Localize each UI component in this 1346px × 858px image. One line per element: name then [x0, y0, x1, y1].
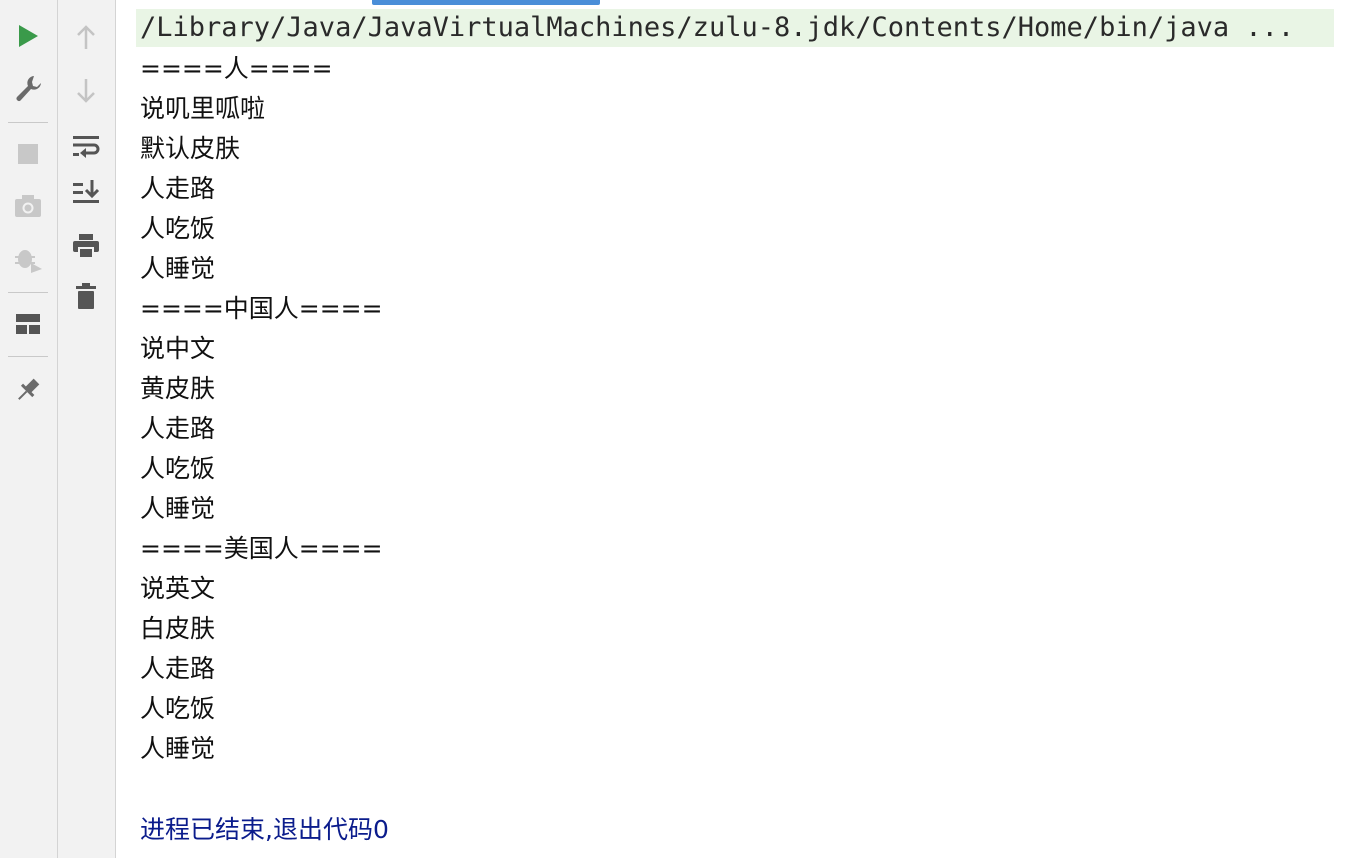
layout-icon[interactable] [10, 306, 46, 342]
run-tool-window: /Library/Java/JavaVirtualMachines/zulu-8… [0, 0, 1346, 858]
arrow-down-icon[interactable] [68, 72, 104, 108]
output-line: 黄皮肤 [140, 374, 216, 403]
output-line: ====美国人==== [140, 534, 383, 563]
output-line: ====中国人==== [140, 294, 383, 323]
output-line: 人走路 [140, 654, 216, 683]
output-line: 人睡觉 [140, 734, 216, 763]
output-line: 人吃饭 [140, 454, 216, 483]
console-toolbar [58, 0, 116, 858]
arrow-up-icon[interactable] [68, 20, 104, 56]
left-toolbar [0, 0, 58, 858]
toolbar-divider [8, 356, 48, 357]
output-line: 说英文 [140, 574, 216, 603]
camera-icon[interactable] [10, 188, 46, 224]
command-line: /Library/Java/JavaVirtualMachines/zulu-8… [136, 9, 1334, 47]
print-icon[interactable] [68, 228, 104, 264]
output-line: 白皮肤 [140, 614, 216, 643]
stop-icon[interactable] [10, 136, 46, 172]
debug-icon[interactable] [10, 240, 46, 276]
output-line: 人走路 [140, 414, 216, 443]
soft-wrap-icon[interactable] [68, 128, 104, 164]
toolbar-divider [8, 292, 48, 293]
output-line: 人走路 [140, 174, 216, 203]
pin-icon[interactable] [10, 372, 46, 408]
output-line: ====人==== [140, 54, 333, 83]
trash-icon[interactable] [68, 278, 104, 314]
scroll-to-end-icon[interactable] [68, 174, 104, 210]
run-icon[interactable] [10, 18, 46, 54]
wrench-icon[interactable] [10, 70, 46, 106]
output-line: 人睡觉 [140, 494, 216, 523]
output-line: 说叽里呱啦 [140, 94, 266, 123]
toolbar-divider [8, 122, 48, 123]
output-line: 人吃饭 [140, 694, 216, 723]
exit-message: 进程已结束,退出代码0 [140, 815, 389, 844]
output-lines: ====人==== 说叽里呱啦 默认皮肤 人走路 人吃饭 人睡觉 ====中国人==== 说中… [140, 49, 383, 769]
console-output[interactable]: /Library/Java/JavaVirtualMachines/zulu-8… [116, 0, 1346, 858]
output-line: 说中文 [140, 334, 216, 363]
output-line: 人吃饭 [140, 214, 216, 243]
output-line: 默认皮肤 [140, 134, 241, 163]
output-line: 人睡觉 [140, 254, 216, 283]
